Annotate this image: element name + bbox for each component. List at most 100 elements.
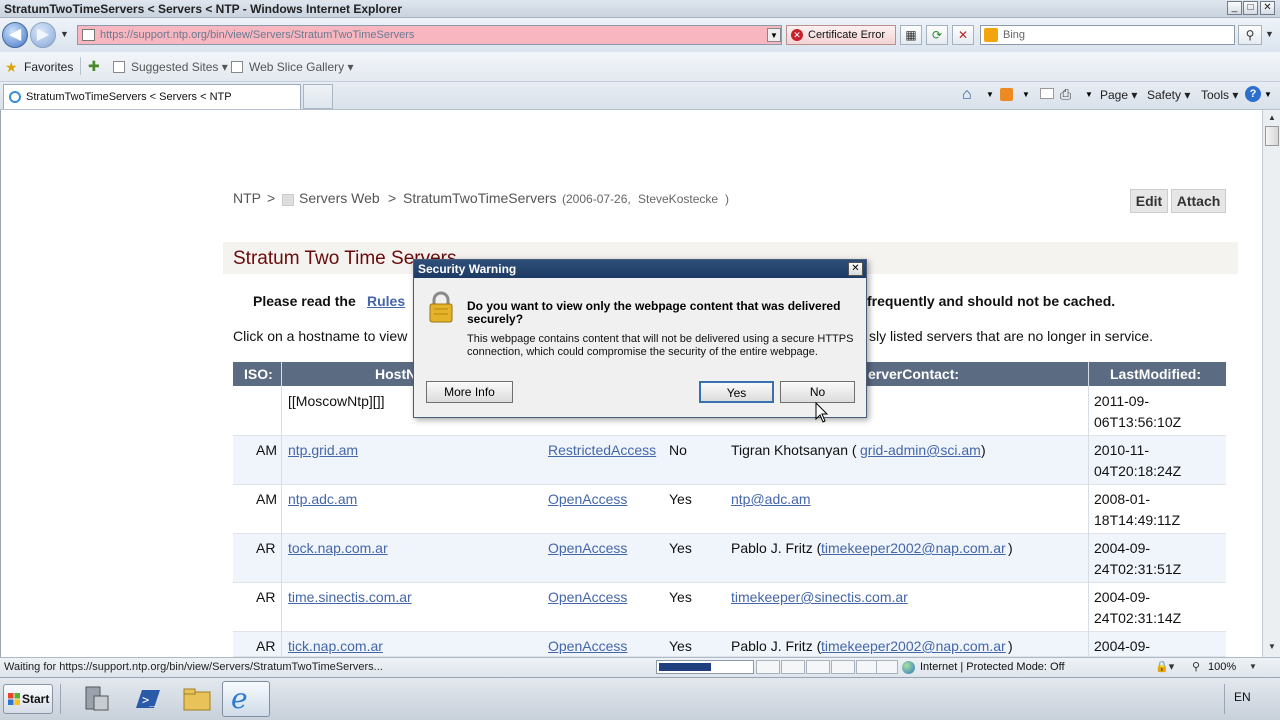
scroll-up-icon[interactable]: ▲ <box>1265 111 1279 125</box>
cell-access-link[interactable]: RestrictedAccess <box>548 442 656 458</box>
vertical-scrollbar[interactable]: ▲ ▼ <box>1262 110 1280 657</box>
cell-contact-email[interactable]: grid-admin@sci.am <box>860 442 981 458</box>
add-favorite-icon[interactable]: ✚ <box>88 58 100 75</box>
status-bar: Waiting for https://support.ntp.org/bin/… <box>0 657 1280 677</box>
search-icon: ⚲ <box>1245 28 1255 42</box>
file-explorer-icon[interactable] <box>180 682 214 716</box>
cell-host-link[interactable]: time.sinectis.com.ar <box>288 589 412 605</box>
mouse-cursor-icon <box>815 401 829 424</box>
attach-button[interactable]: Attach <box>1171 189 1226 213</box>
header-hostname[interactable]: HostN <box>375 366 416 382</box>
certificate-error-label: Certificate Error <box>808 29 886 41</box>
favorites-button[interactable]: Favorites <box>24 60 73 74</box>
search-placeholder: Bing <box>1003 29 1026 41</box>
minimize-button[interactable]: _ <box>1227 1 1242 15</box>
mail-icon[interactable] <box>1040 88 1054 99</box>
cell-modified: 2010-11- <box>1094 442 1150 458</box>
maximize-button[interactable]: □ <box>1243 1 1258 15</box>
cell-contact-email[interactable]: timekeeper2002@nap.com.ar <box>821 638 1006 654</box>
dialog-question: Do you want to view only the webpage con… <box>467 299 841 326</box>
scroll-thumb[interactable] <box>1265 126 1279 146</box>
dialog-title-bar: Security Warning ✕ <box>414 260 866 278</box>
home-icon[interactable]: ⌂ <box>962 86 972 104</box>
address-dropdown-icon[interactable]: ▼ <box>767 28 781 42</box>
language-indicator[interactable]: EN <box>1234 690 1251 704</box>
feeds-dropdown-icon[interactable]: ▼ <box>1022 90 1030 99</box>
search-options-icon[interactable]: ▼ <box>1265 29 1274 39</box>
tools-menu[interactable]: Tools ▾ <box>1201 88 1238 102</box>
address-bar[interactable]: https://support.ntp.org/bin/view/Servers… <box>77 25 782 45</box>
cell-iso: AM <box>256 442 277 458</box>
web-icon <box>282 194 294 206</box>
cell-notify: Yes <box>669 589 692 605</box>
page-menu[interactable]: Page ▾ <box>1100 88 1137 102</box>
globe-icon <box>902 661 915 674</box>
safety-menu[interactable]: Safety ▾ <box>1147 88 1190 102</box>
refresh-button[interactable]: ⟳ <box>926 25 948 45</box>
history-dropdown-icon[interactable]: ▼ <box>60 29 69 39</box>
close-button[interactable]: ✕ <box>1260 1 1275 15</box>
cell-host-link[interactable]: tick.nap.com.ar <box>288 638 383 654</box>
help-icon[interactable]: ? <box>1245 86 1261 102</box>
tab-current[interactable]: StratumTwoTimeServers < Servers < NTP <box>3 84 301 109</box>
header-server-contact[interactable]: erverContact: <box>868 366 959 382</box>
breadcrumb-ntp[interactable]: NTP <box>233 190 261 206</box>
status-text: Waiting for https://support.ntp.org/bin/… <box>4 661 383 673</box>
protected-mode-icon[interactable]: 🔒▾ <box>1155 660 1174 673</box>
header-last-modified[interactable]: LastModified: <box>1110 366 1201 382</box>
cell-contact-email[interactable]: ntp@adc.am <box>731 491 811 507</box>
help-dropdown-icon[interactable]: ▼ <box>1264 90 1272 99</box>
scroll-down-icon[interactable]: ▼ <box>1265 640 1279 654</box>
internet-explorer-taskbar-button[interactable]: e <box>222 681 270 717</box>
cell-host-link[interactable]: ntp.adc.am <box>288 491 357 507</box>
cell-contact-email[interactable]: timekeeper@sinectis.com.ar <box>731 589 908 605</box>
zoom-dropdown-icon[interactable]: ▼ <box>1249 662 1257 671</box>
yes-button[interactable]: Yes <box>699 381 774 403</box>
edit-button[interactable]: Edit <box>1130 189 1168 213</box>
web-slice-gallery-link[interactable]: Web Slice Gallery ▾ <box>249 60 354 74</box>
table-row <box>233 485 1226 534</box>
start-button[interactable]: Start <box>3 684 53 714</box>
no-button[interactable]: No <box>780 381 855 403</box>
search-button[interactable]: ⚲ <box>1238 25 1262 45</box>
stop-icon: ✕ <box>957 28 969 42</box>
suggested-sites-link[interactable]: Suggested Sites ▾ <box>131 60 228 74</box>
stop-button[interactable]: ✕ <box>952 25 974 45</box>
forward-button[interactable]: ▶ <box>30 22 56 48</box>
revision-author-link[interactable]: SteveKostecke <box>638 192 718 206</box>
print-icon[interactable]: ⎙ <box>1060 86 1071 103</box>
dialog-title: Security Warning <box>418 262 517 276</box>
dialog-detail: This webpage contains content that will … <box>467 333 854 358</box>
cell-host-link[interactable]: tock.nap.com.ar <box>288 540 388 556</box>
shield-error-icon: ✕ <box>791 29 803 41</box>
new-tab-button[interactable] <box>303 84 333 109</box>
rules-link[interactable]: Rules <box>367 293 405 309</box>
intro-prefix: Click on a hostname to view <box>233 328 408 344</box>
lock-icon <box>428 290 454 324</box>
security-zone[interactable]: Internet | Protected Mode: Off <box>920 661 1065 673</box>
cell-access-link[interactable]: OpenAccess <box>548 589 627 605</box>
home-dropdown-icon[interactable]: ▼ <box>986 90 994 99</box>
header-iso[interactable]: ISO: <box>244 366 273 382</box>
server-manager-icon[interactable] <box>80 682 114 716</box>
breadcrumb-servers-web[interactable]: Servers Web <box>299 190 380 206</box>
breadcrumb-separator: > <box>388 190 397 206</box>
certificate-error-button[interactable]: ✕ Certificate Error <box>786 25 896 45</box>
dialog-close-button[interactable]: ✕ <box>848 262 863 276</box>
cell-contact-name: Pablo J. Fritz ( <box>731 540 822 556</box>
search-input[interactable]: Bing <box>980 25 1235 45</box>
more-info-button[interactable]: More Info <box>426 381 513 403</box>
zoom-level[interactable]: 100% <box>1208 661 1236 673</box>
cell-notify: Yes <box>669 638 692 654</box>
cell-access-link[interactable]: OpenAccess <box>548 540 627 556</box>
powershell-icon[interactable]: >_ <box>130 682 164 716</box>
feeds-icon[interactable] <box>1000 88 1013 101</box>
print-dropdown-icon[interactable]: ▼ <box>1085 90 1093 99</box>
back-button[interactable]: ◀ <box>2 22 28 48</box>
cell-access-link[interactable]: OpenAccess <box>548 491 627 507</box>
cell-host-link[interactable]: ntp.grid.am <box>288 442 358 458</box>
compatibility-view-button[interactable]: ▦ <box>900 25 922 45</box>
cell-access-link[interactable]: OpenAccess <box>548 638 627 654</box>
cell-modified: 18T14:49:11Z <box>1094 512 1181 528</box>
cell-contact-email[interactable]: timekeeper2002@nap.com.ar <box>821 540 1006 556</box>
